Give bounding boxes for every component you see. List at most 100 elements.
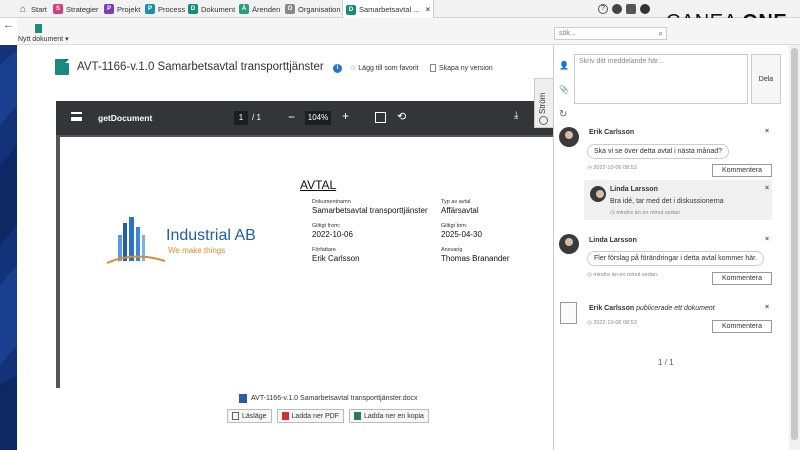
- field-value: 2025-04-30: [441, 230, 482, 239]
- scrollbar[interactable]: [789, 45, 800, 450]
- tab-projekt[interactable]: P Projekt: [104, 0, 140, 18]
- close-icon[interactable]: ×: [765, 304, 769, 311]
- back-arrow-icon[interactable]: ←: [3, 19, 15, 33]
- comment-text: Fler förslag på förändringar i detta avt…: [587, 251, 765, 266]
- toolbar: Nytt dokument ▾ sök... ⌕: [17, 18, 800, 45]
- avatar[interactable]: [640, 4, 650, 14]
- tab-dokument[interactable]: D Dokument: [188, 0, 235, 18]
- word-file-icon: [239, 394, 247, 403]
- rotate-icon[interactable]: ⟲: [397, 110, 406, 123]
- tab-label: Strategier: [66, 4, 99, 14]
- search-placeholder: sök...: [559, 30, 576, 37]
- new-document-button[interactable]: Nytt dokument ▾: [18, 24, 69, 43]
- scrollbar-thumb[interactable]: [791, 48, 798, 440]
- search-input[interactable]: sök... ⌕: [554, 27, 667, 40]
- paperclip-icon[interactable]: 📎: [559, 85, 569, 95]
- pdf-name: getDocument: [98, 113, 153, 123]
- tab-label: Process: [158, 4, 186, 14]
- field-responsible: Ansvarig Thomas Branander: [441, 247, 509, 263]
- add-favorite-link[interactable]: ☆ Lägg till som favorit: [350, 64, 419, 72]
- field-docname: Dokumentnamn Samarbetsavtal transporttjä…: [312, 199, 428, 215]
- tab-arenden[interactable]: Ä Ärenden: [239, 0, 280, 18]
- gear-icon[interactable]: [626, 4, 636, 14]
- info-icon[interactable]: i: [333, 64, 342, 73]
- read-mode-button[interactable]: Läsläge: [227, 409, 272, 423]
- book-icon: [232, 412, 239, 420]
- fit-page-icon[interactable]: [375, 112, 386, 123]
- stream-tab[interactable]: Ström: [534, 78, 553, 128]
- menu-icon[interactable]: [71, 112, 82, 121]
- comment-text: Ska vi se över detta avtal i nästa månad…: [587, 144, 730, 159]
- field-to: Giltigt tom: 2025-04-30: [441, 223, 482, 239]
- document-file-icon: [560, 302, 577, 324]
- case-icon: Ä: [239, 4, 249, 14]
- tab-samarbetsavtal[interactable]: D Samarbetsavtal ... ×: [342, 0, 435, 19]
- tab-strategier[interactable]: S Strategier: [53, 0, 99, 18]
- user-icon: 👤: [559, 61, 569, 70]
- avatar: [590, 186, 606, 202]
- new-version-link[interactable]: Skapa ny version: [430, 64, 493, 72]
- favorite-label: Lägg till som favorit: [358, 65, 419, 72]
- chevron-down-icon: ▾: [65, 36, 69, 43]
- zoom-level[interactable]: 104%: [305, 111, 331, 125]
- comment-text: Bra idé, tar med det i diskussionerna: [610, 198, 724, 205]
- tab-process[interactable]: P Process: [145, 0, 185, 18]
- page-number-input[interactable]: 1: [234, 111, 248, 125]
- field-label: Giltigt from:: [312, 223, 341, 229]
- file-name[interactable]: AVT-1166-v.1.0 Samarbetsavtal transportt…: [251, 395, 418, 402]
- close-icon[interactable]: ×: [765, 236, 769, 243]
- comment-button[interactable]: Kommentera: [712, 320, 772, 333]
- field-label: Ansvarig: [441, 247, 463, 253]
- field-value: Erik Carlsson: [312, 254, 360, 263]
- share-button[interactable]: Dela: [751, 54, 781, 104]
- timestamp: ◷ mindre än en minut sedan.: [587, 272, 659, 278]
- zoom-in-icon[interactable]: +: [342, 109, 349, 123]
- close-icon[interactable]: ×: [425, 5, 430, 14]
- stream-icon: [539, 116, 548, 125]
- download-copy-button[interactable]: Ladda ner en kopia: [349, 409, 429, 423]
- comment-author: Erik Carlsson: [589, 305, 635, 312]
- document-header: AVT-1166-v.1.0 Samarbetsavtal transportt…: [55, 59, 324, 75]
- field-value: 2022-10-06: [312, 230, 353, 239]
- field-label: Giltigt tom:: [441, 223, 468, 229]
- tab-label: Samarbetsavtal ...: [359, 5, 420, 14]
- building-icon: [106, 217, 165, 264]
- tab-label: Projekt: [117, 4, 141, 14]
- home-icon: ⌂: [19, 3, 27, 15]
- comment-button[interactable]: Kommentera: [712, 272, 772, 285]
- field-author: Författare Erik Carlsson: [312, 247, 360, 263]
- button-label: Ladda ner PDF: [291, 412, 340, 420]
- download-pdf-button[interactable]: Ladda ner PDF: [276, 409, 345, 423]
- close-icon[interactable]: ×: [765, 185, 769, 192]
- document-icon: D: [346, 4, 356, 15]
- pdf-heading: AVTAL: [300, 178, 337, 192]
- document-icon: [34, 24, 42, 33]
- pagination: 1 / 1: [658, 358, 674, 367]
- field-from: Giltigt from: 2022-10-06: [312, 223, 353, 239]
- company-logo: Industrial AB We make things: [105, 207, 265, 267]
- process-icon: P: [145, 4, 155, 14]
- field-label: Dokumentnamn: [312, 199, 351, 205]
- tab-start[interactable]: ⌂ Start: [18, 0, 47, 18]
- zoom-out-icon[interactable]: −: [288, 110, 295, 124]
- tab-organisation[interactable]: O Organisation: [285, 0, 341, 18]
- pdf-toolbar: getDocument 1 / 1 − 104% + ⟲ ⤓: [56, 101, 553, 135]
- download-icon[interactable]: ⤓: [514, 110, 518, 121]
- stream-panel: 👤 📎 ↻ Skriv ditt meddelande här... Dela …: [553, 45, 789, 450]
- pdf-icon: [281, 412, 289, 420]
- project-icon: P: [104, 4, 114, 14]
- tab-label: Organisation: [298, 4, 341, 14]
- company-name: Industrial AB: [166, 227, 256, 244]
- help-icon[interactable]: ?: [598, 4, 608, 14]
- close-icon[interactable]: ×: [765, 128, 769, 135]
- pdf-viewport[interactable]: AVTAL Industrial AB We make things Dokum…: [56, 135, 553, 388]
- field-label: Typ av avtal: [441, 199, 471, 205]
- search-icon[interactable]: ⌕: [659, 29, 663, 39]
- timestamp-value: 2022-10-06 08:53: [593, 320, 637, 326]
- comment-button[interactable]: Kommentera: [712, 164, 772, 177]
- timestamp: ◷ 2022-10-06 08:53: [587, 165, 637, 171]
- organisation-icon: O: [285, 4, 295, 14]
- refresh-icon[interactable]: ↻: [559, 109, 569, 120]
- palette-icon[interactable]: [612, 4, 622, 14]
- message-input[interactable]: Skriv ditt meddelande här...: [574, 54, 748, 104]
